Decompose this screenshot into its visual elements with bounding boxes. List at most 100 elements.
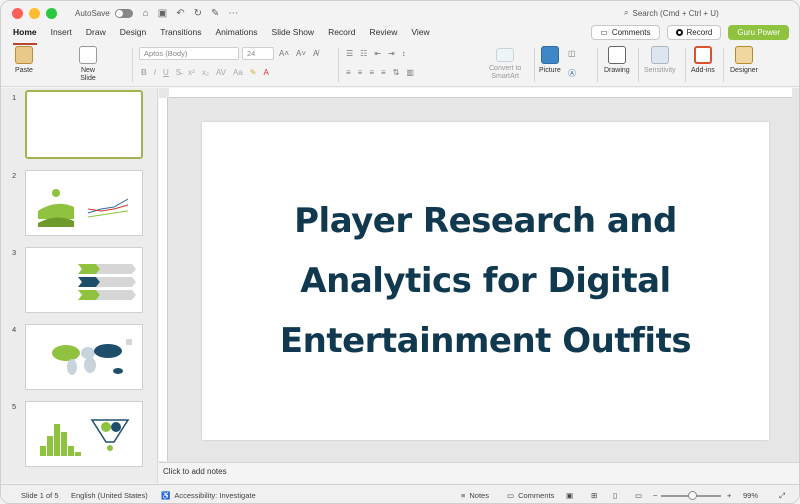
undo-icon[interactable]: ↶ <box>176 8 184 19</box>
tab-review[interactable]: Review <box>369 25 397 42</box>
notes-toggle[interactable]: ≡ Notes <box>461 491 489 500</box>
normal-view-button[interactable]: ▣ <box>566 491 573 500</box>
numbering-icon[interactable]: ☷ <box>360 49 367 58</box>
tab-view[interactable]: View <box>411 25 429 42</box>
new-slide-icon <box>79 46 97 64</box>
sensitivity-button[interactable]: Sensitivity <box>644 46 676 74</box>
autosave-label: AutoSave <box>75 8 110 18</box>
comments-toggle[interactable]: ▭ Comments <box>507 491 554 500</box>
highlight-icon[interactable]: ✎ <box>250 68 257 77</box>
thumbnail-number: 4 <box>12 325 17 334</box>
title-bar: AutoSave ⌂ ▣ ↶ ↻ ✎ ⋯ ⌕ Search (Cmd + Ctr… <box>1 1 799 25</box>
language-indicator[interactable]: English (United States) <box>71 491 148 500</box>
slide-thumbnail-4[interactable] <box>25 324 143 390</box>
char-spacing-icon[interactable]: AV <box>216 68 226 77</box>
tab-design[interactable]: Design <box>120 25 146 42</box>
tab-slide-show[interactable]: Slide Show <box>272 25 315 42</box>
tab-animations[interactable]: Animations <box>215 25 257 42</box>
line-spacing-icon[interactable]: ↕ <box>402 49 406 58</box>
tab-insert[interactable]: Insert <box>51 25 72 42</box>
justify-icon[interactable]: ≡ <box>381 68 386 77</box>
close-window-button[interactable] <box>12 7 23 19</box>
drawing-icon <box>607 46 626 64</box>
horizontal-ruler[interactable] <box>169 88 792 98</box>
slide-thumbnail-3[interactable] <box>25 247 143 313</box>
accessibility-checker[interactable]: ♿ Accessibility: Investigate <box>161 491 256 500</box>
slide-thumbnail-1[interactable] <box>25 90 143 159</box>
save-icon[interactable]: ▣ <box>158 8 167 19</box>
more-icon[interactable]: ⋯ <box>228 8 238 19</box>
new-slide-button[interactable]: New Slide <box>79 46 97 83</box>
increase-font-icon[interactable]: A˄ <box>279 49 289 58</box>
search-box[interactable]: ⌕ Search (Cmd + Ctrl + U) <box>624 8 719 18</box>
slide-thumbnail-2[interactable] <box>25 170 143 236</box>
reading-view-button[interactable]: ▯ <box>613 491 617 500</box>
align-tools: ≡ ≡ ≡ ≡ ⇅ ▥ <box>346 68 414 77</box>
zoom-level[interactable]: 99% <box>743 491 758 500</box>
guru-power-button[interactable]: Guru Power <box>728 25 789 40</box>
font-color-icon[interactable]: A <box>264 68 269 77</box>
record-button[interactable]: Record <box>666 25 722 40</box>
picture-label: Picture <box>539 67 561 74</box>
autosave-toggle[interactable] <box>114 8 133 18</box>
fit-slide-icon[interactable]: ⤢ <box>779 491 785 501</box>
vertical-ruler[interactable] <box>159 98 168 461</box>
change-case-icon[interactable]: Aa <box>233 68 243 77</box>
superscript-icon[interactable]: x² <box>188 68 195 77</box>
font-size-tools: A˄ A˅ A̸ <box>279 49 318 58</box>
thumbnail-2-graphic <box>38 189 129 227</box>
strikethrough-icon[interactable]: S̶ <box>176 68 181 77</box>
shapes-icon[interactable]: ◫ <box>568 49 576 58</box>
zoom-slider-handle[interactable] <box>688 491 697 500</box>
decrease-font-icon[interactable]: A˅ <box>296 49 306 58</box>
text-box-icon[interactable]: Ⓐ <box>568 68 576 79</box>
picture-button[interactable]: Picture <box>539 46 561 74</box>
notes-placeholder: Click to add notes <box>163 467 227 476</box>
tab-draw[interactable]: Draw <box>86 25 106 42</box>
decrease-indent-icon[interactable]: ⇤ <box>374 49 381 58</box>
slideshow-button[interactable]: ▭ <box>635 491 642 500</box>
clear-format-icon[interactable]: A̸ <box>313 49 318 58</box>
designer-button[interactable]: Designer <box>730 46 758 74</box>
tab-home[interactable]: Home <box>13 25 37 45</box>
comments-button[interactable]: ▭ Comments <box>591 25 660 40</box>
smartart-icon <box>496 48 515 62</box>
slide-sorter-button[interactable]: ⊞ <box>591 491 597 500</box>
slide-canvas[interactable]: Player Research and Analytics for Digita… <box>202 122 769 440</box>
home-icon[interactable]: ⌂ <box>143 8 149 19</box>
minimize-window-button[interactable] <box>29 7 40 19</box>
underline-icon[interactable]: U <box>163 68 169 77</box>
zoom-window-button[interactable] <box>46 7 57 19</box>
italic-icon[interactable]: I <box>154 68 156 77</box>
tab-record[interactable]: Record <box>328 25 355 42</box>
notes-icon: ≡ <box>461 491 466 500</box>
drawing-label: Drawing <box>604 67 630 74</box>
align-center-icon[interactable]: ≡ <box>358 68 363 77</box>
bullets-icon[interactable]: ☰ <box>346 49 353 58</box>
increase-indent-icon[interactable]: ⇥ <box>388 49 395 58</box>
redo-icon[interactable]: ↻ <box>194 8 202 19</box>
bold-icon[interactable]: B <box>141 68 147 77</box>
align-left-icon[interactable]: ≡ <box>346 68 351 77</box>
font-name-select[interactable]: Aptos (Body) <box>139 47 239 60</box>
zoom-in-button[interactable]: + <box>727 491 731 500</box>
slide-title[interactable]: Player Research and Analytics for Digita… <box>226 191 746 371</box>
tab-transitions[interactable]: Transitions <box>160 25 201 42</box>
slide-thumbnail-5[interactable] <box>25 401 143 467</box>
ribbon-divider <box>723 48 724 82</box>
text-direction-icon[interactable]: ⇅ <box>393 68 400 77</box>
sensitivity-icon <box>650 46 669 64</box>
subscript-icon[interactable]: x₂ <box>202 68 209 77</box>
autosave-control[interactable]: AutoSave <box>75 8 133 18</box>
zoom-out-button[interactable]: − <box>653 491 657 500</box>
format-painter-icon[interactable]: ✎ <box>211 8 219 19</box>
font-size-select[interactable]: 24 <box>242 47 274 60</box>
drawing-button[interactable]: Drawing <box>604 46 630 74</box>
paste-button[interactable]: Paste <box>15 46 33 74</box>
columns-icon[interactable]: ▥ <box>406 68 414 77</box>
addins-button[interactable]: Add-ins <box>691 46 715 74</box>
notes-pane[interactable]: Click to add notes <box>159 462 799 483</box>
convert-smartart-button[interactable]: Convert to SmartArt <box>489 48 521 81</box>
align-right-icon[interactable]: ≡ <box>369 68 374 77</box>
sensitivity-label: Sensitivity <box>644 67 676 74</box>
